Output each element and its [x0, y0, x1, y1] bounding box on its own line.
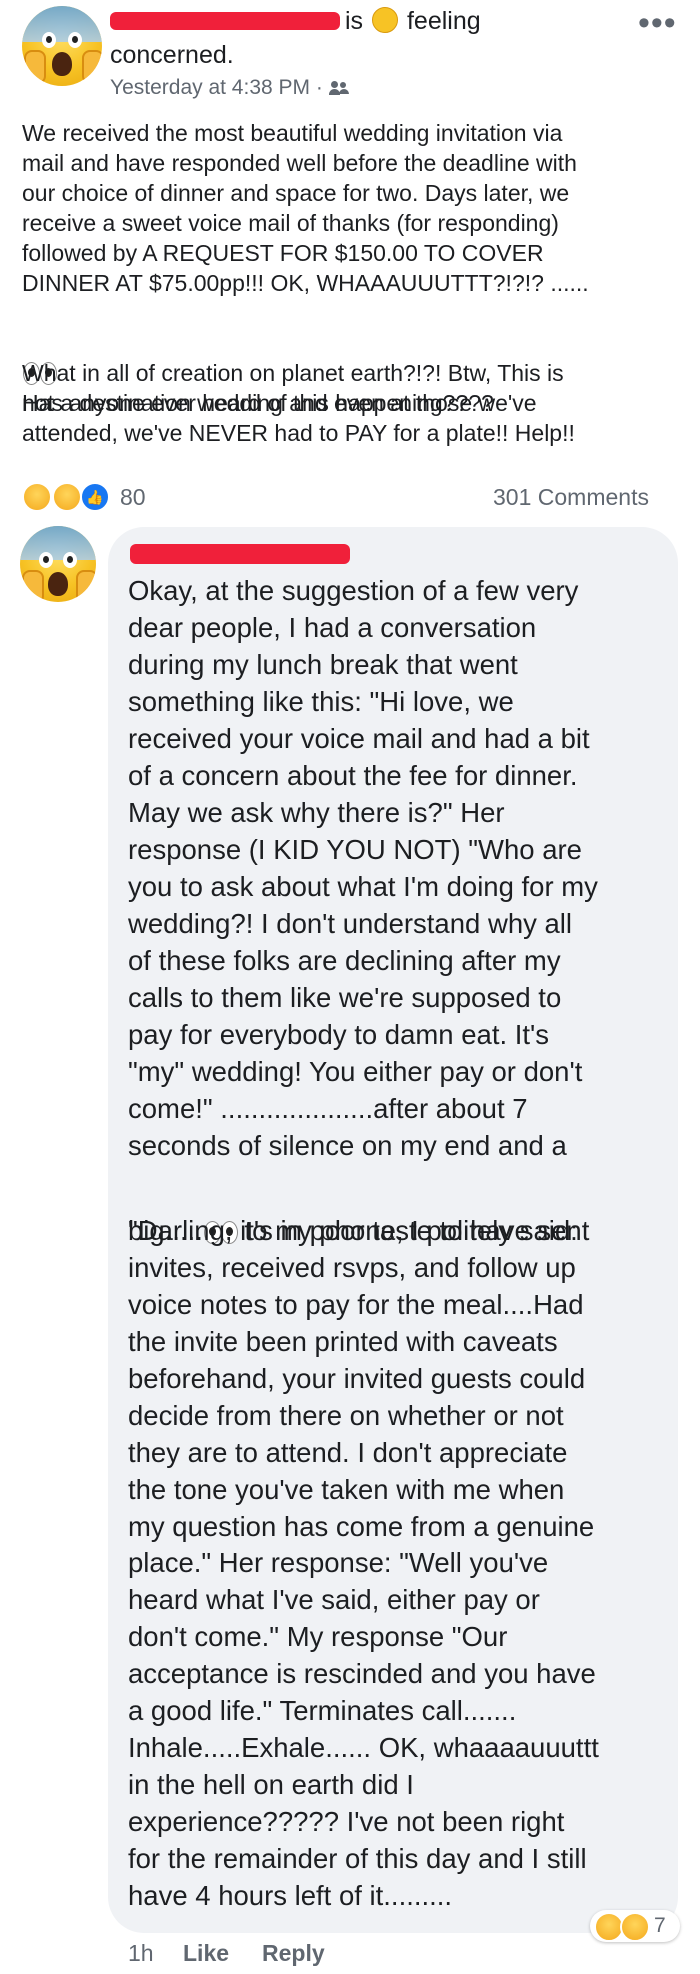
like-button[interactable]: Like — [183, 1940, 229, 1967]
feeling-label: feeling — [406, 7, 481, 35]
post-timestamp[interactable]: Yesterday at 4:38 PM · — [110, 76, 323, 99]
haha-reaction-icon — [620, 1912, 650, 1942]
comment-reaction-count: 7 — [654, 1914, 666, 1937]
post-body-paragraph-3: What in all of creation on planet earth?… — [22, 360, 575, 446]
author-suffix: is — [345, 7, 364, 35]
post-author-avatar[interactable] — [22, 6, 102, 86]
post-meta: Yesterday at 4:38 PM · — [110, 76, 349, 100]
commenter-avatar[interactable] — [20, 526, 96, 602]
comment-text-part-3: place." Her response: "Well you've heard… — [128, 1547, 599, 1911]
reply-button[interactable]: Reply — [262, 1940, 325, 1967]
concerned-face-icon — [372, 7, 399, 33]
comment-reactions[interactable]: 7 — [590, 1910, 680, 1942]
redacted-commenter-name — [130, 544, 350, 564]
like-reaction-icon: 👍 — [80, 482, 110, 512]
reaction-count: 80 — [120, 484, 146, 510]
post-header-line: is feeling — [345, 6, 481, 36]
comment-text-part-1: Okay, at the suggestion of a few very de… — [128, 575, 598, 1161]
comment-text-part-2: "Darling, it's in poor taste to have sen… — [128, 1215, 595, 1542]
wow-reaction-icon — [22, 482, 52, 512]
more-options-icon[interactable]: ••• — [638, 4, 677, 43]
redacted-author-name — [110, 12, 340, 30]
comment-count[interactable]: 301 Comments — [493, 484, 649, 511]
haha-reaction-icon — [52, 482, 82, 512]
comment-time[interactable]: 1h — [128, 1940, 154, 1967]
reactions-summary[interactable]: 👍 80 — [22, 482, 162, 512]
friends-icon — [328, 81, 349, 95]
feeling-word: concerned. — [110, 41, 234, 69]
post-body-paragraph-1: We received the most beautiful wedding i… — [22, 120, 589, 296]
